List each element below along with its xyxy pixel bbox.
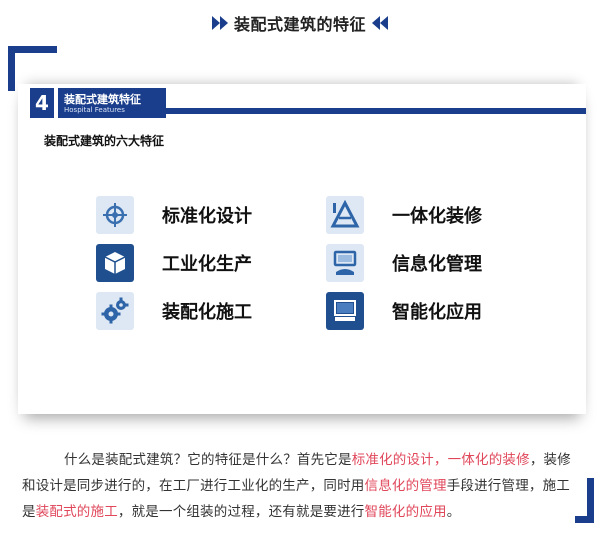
feature-information-management: 信息化管理 <box>326 244 482 282</box>
slide-title-box: 装配式建筑特征 Hospital Features <box>58 88 166 118</box>
article-header: 装配式建筑的特征 <box>0 10 600 36</box>
crosshair-magnifier-icon <box>96 196 134 234</box>
highlight-text: 智能化的应用 <box>364 504 447 520</box>
paragraph-text: ，就是一个组装的过程，还有就是要进行 <box>117 504 365 520</box>
highlight-text: 标准化的设计，一体化的装修 <box>351 452 530 468</box>
highlight-text: 装配式的施工 <box>35 504 118 520</box>
article-paragraph: 什么是装配式建筑？它的特征是什么？首先它是标准化的设计，一体化的装修，装修和设计… <box>22 447 582 525</box>
header-title: 装配式建筑的特征 <box>233 15 366 34</box>
paragraph-text: 什么是装配式建筑？它的特征是什么？首先它是 <box>64 452 352 468</box>
feature-industrial-production: 工业化生产 <box>96 244 252 282</box>
feature-label: 标准化设计 <box>162 206 252 227</box>
feature-standardized-design: 标准化设计 <box>96 196 252 234</box>
feature-integrated-decoration: 一体化装修 <box>326 196 482 234</box>
corner-bracket-bottom-right <box>575 478 594 523</box>
slide-banner: 4 装配式建筑特征 Hospital Features <box>18 84 586 120</box>
right-arrows-icon <box>211 16 228 30</box>
slide-image: 4 装配式建筑特征 Hospital Features 装配式建筑的六大特征 标… <box>18 84 586 414</box>
feature-label: 装配化施工 <box>162 302 252 323</box>
feature-label: 一体化装修 <box>392 206 482 227</box>
monitor-icon <box>326 292 364 330</box>
highlight-text: 信息化的管理 <box>364 478 447 494</box>
triangle-ruler-icon <box>326 196 364 234</box>
feature-intelligent-application: 智能化应用 <box>326 292 482 330</box>
slide-number: 4 <box>30 88 54 118</box>
banner-line <box>166 108 586 114</box>
feature-label: 智能化应用 <box>392 302 482 323</box>
feature-label: 信息化管理 <box>392 254 482 275</box>
left-arrows-icon <box>372 16 388 30</box>
slide-subtitle: Hospital Features <box>64 106 125 114</box>
slide-heading: 装配式建筑的六大特征 <box>44 134 165 148</box>
computer-hand-icon <box>326 244 364 282</box>
paragraph-text: 。 <box>446 504 461 520</box>
gears-icon <box>96 292 134 330</box>
slide-title: 装配式建筑特征 <box>64 93 141 106</box>
feature-assembled-construction: 装配化施工 <box>96 292 252 330</box>
cube-icon <box>96 244 134 282</box>
feature-label: 工业化生产 <box>162 254 252 275</box>
